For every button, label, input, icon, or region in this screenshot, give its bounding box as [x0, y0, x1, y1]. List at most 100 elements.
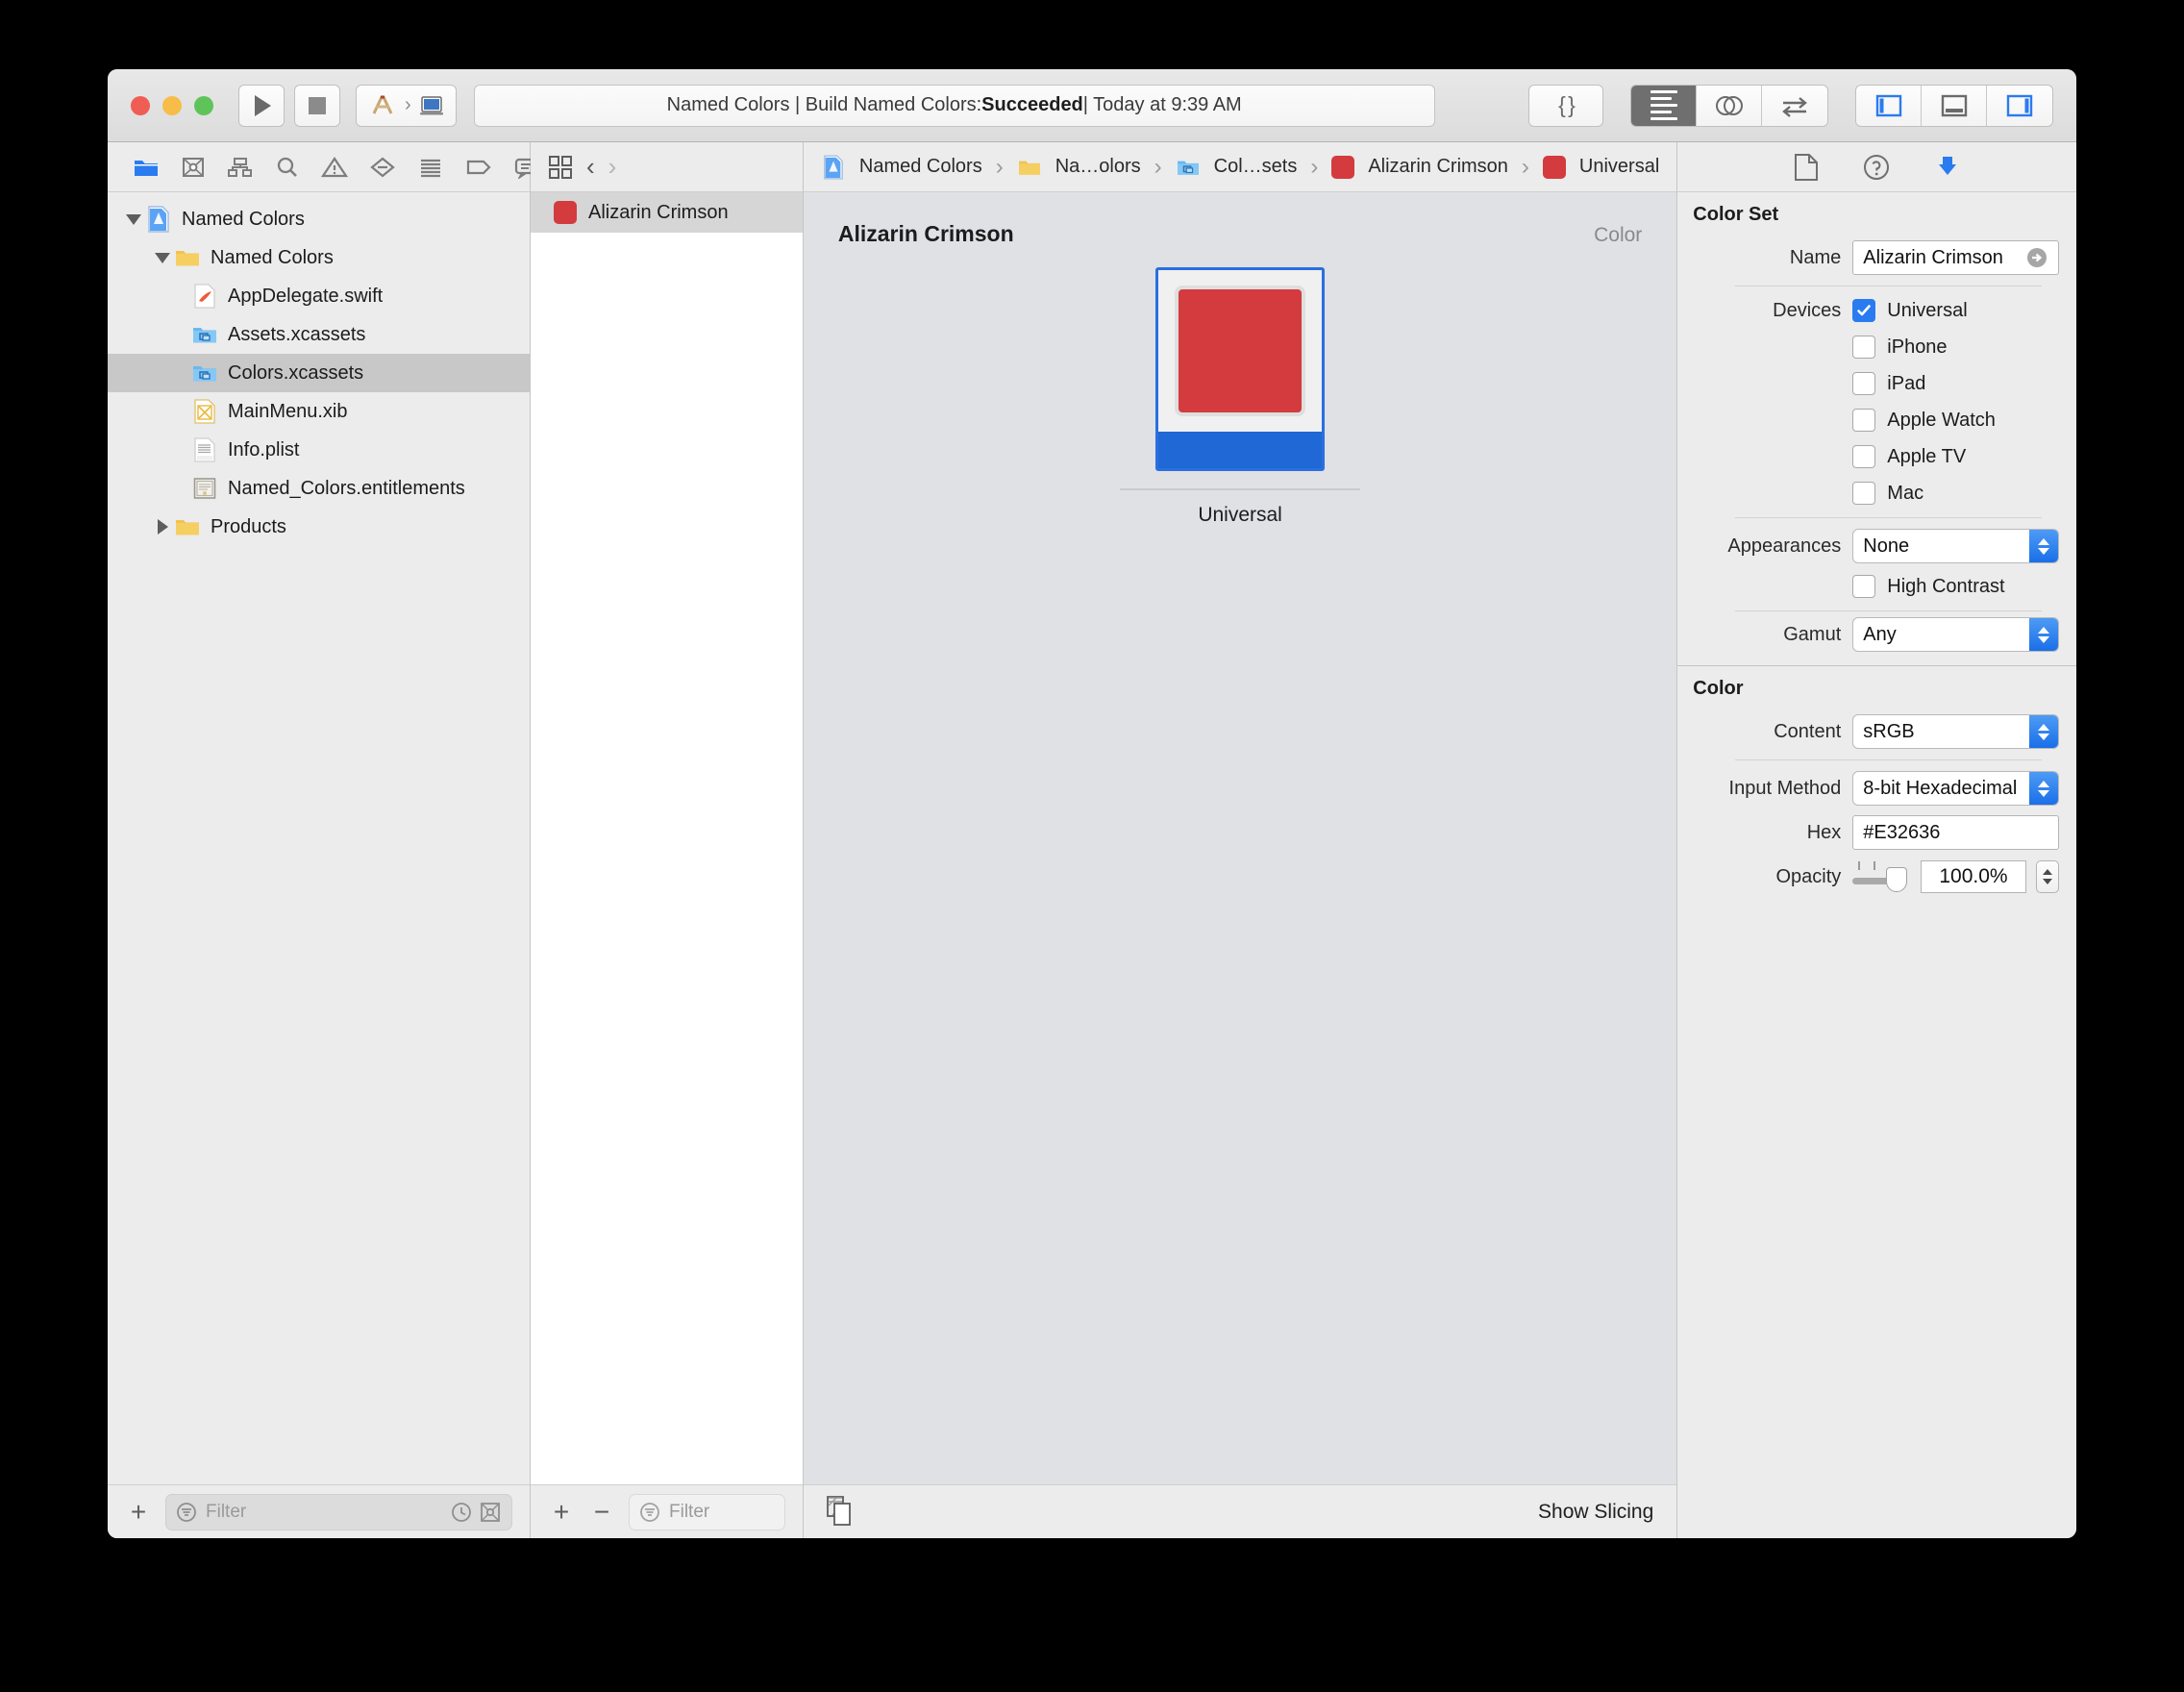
high-contrast-checkbox[interactable]: High Contrast: [1852, 568, 2005, 605]
disclosure-triangle-closed[interactable]: [150, 519, 175, 535]
library-button[interactable]: { }: [1528, 84, 1603, 127]
slicing-icon[interactable]: [826, 1495, 856, 1529]
stepper-down-icon[interactable]: [2043, 879, 2052, 884]
find-navigator-icon[interactable]: [275, 153, 300, 182]
tree-item-entitlements[interactable]: Named_Colors.entitlements: [108, 469, 530, 508]
content-control: sRGB: [1852, 714, 2059, 749]
xib-file-icon: [192, 397, 217, 426]
assistant-editor-button[interactable]: [1697, 85, 1762, 126]
opacity-value-field[interactable]: 100.0%: [1921, 860, 2026, 893]
device-label: iPhone: [1887, 336, 1948, 358]
disclosure-triangle-open[interactable]: [121, 213, 146, 225]
tree-item-products[interactable]: Products: [108, 508, 530, 546]
device-checkbox-mac[interactable]: Mac: [1852, 475, 1923, 511]
toggle-inspector-button[interactable]: [1987, 86, 2052, 126]
opacity-slider-knob[interactable]: [1886, 867, 1907, 892]
filter-icon: [177, 1502, 196, 1522]
toggle-navigator-button[interactable]: [1856, 85, 1922, 126]
tree-item-assets-xcassets[interactable]: Assets.xcassets: [108, 315, 530, 354]
color-name-field[interactable]: Alizarin Crimson: [1852, 240, 2059, 275]
section-divider: [1735, 759, 2042, 760]
device-checkbox-ipad[interactable]: iPad: [1852, 365, 1925, 402]
project-navigator-icon[interactable]: [133, 153, 160, 182]
standard-editor-icon: [1650, 90, 1677, 120]
reveal-arrow-icon[interactable]: [2025, 246, 2048, 269]
appearances-control: None: [1852, 529, 2059, 563]
tree-item-group-named-colors[interactable]: Named Colors: [108, 238, 530, 277]
breadcrumb-item-universal[interactable]: Universal: [1579, 156, 1659, 178]
tree-item-appdelegate-swift[interactable]: AppDelegate.swift: [108, 277, 530, 315]
appearances-popup-button[interactable]: None: [1852, 529, 2059, 563]
source-control-navigator-icon[interactable]: [181, 153, 206, 182]
gamut-control: Any: [1852, 617, 2059, 652]
related-items-icon[interactable]: [548, 155, 573, 180]
close-window-button[interactable]: [131, 95, 150, 115]
disclosure-triangle-open[interactable]: [150, 252, 175, 263]
minimize-window-button[interactable]: [162, 95, 182, 115]
scheme-selector-button[interactable]: ›: [356, 84, 457, 127]
section-divider: [1735, 517, 2042, 518]
checkbox-off-icon: [1852, 336, 1876, 359]
symbol-navigator-icon[interactable]: [227, 153, 254, 182]
issue-navigator-icon[interactable]: [321, 153, 348, 182]
status-suffix: | Today at 9:39 AM: [1082, 94, 1242, 115]
xcode-project-icon: [146, 205, 171, 234]
debug-navigator-icon[interactable]: [417, 153, 444, 182]
window-titlebar: › Named Colors | Build Named Colors: Suc…: [108, 69, 2076, 142]
go-forward-button[interactable]: ›: [608, 152, 617, 182]
input-method-popup-button[interactable]: 8-bit Hexadecimal: [1852, 771, 2059, 806]
content-popup-button[interactable]: sRGB: [1852, 714, 2059, 749]
tree-item-mainmenu-xib[interactable]: MainMenu.xib: [108, 392, 530, 431]
device-label: Apple TV: [1887, 445, 1967, 467]
file-inspector-icon[interactable]: [1793, 153, 1820, 182]
navigator-panel-icon: [1875, 94, 1901, 116]
version-editor-button[interactable]: [1762, 86, 1827, 126]
color-set-section: Name Alizarin Crimson Devices Universal …: [1677, 236, 2076, 665]
breadcrumb-item-color-set[interactable]: Alizarin Crimson: [1368, 156, 1508, 178]
attributes-inspector-icon[interactable]: [1933, 153, 1962, 182]
checkbox-off-icon: [1852, 445, 1876, 468]
navigator-filter-field[interactable]: Filter: [165, 1493, 512, 1530]
gamut-popup-button[interactable]: Any: [1852, 617, 2059, 652]
tree-item-info-plist[interactable]: Info.plist: [108, 431, 530, 469]
run-button[interactable]: [238, 84, 285, 127]
opacity-stepper[interactable]: [2036, 860, 2059, 893]
tree-item-colors-xcassets[interactable]: Colors.xcassets: [108, 354, 530, 392]
go-back-button[interactable]: ‹: [586, 152, 595, 182]
hex-value: #E32636: [1863, 821, 1941, 843]
add-asset-button[interactable]: +: [548, 1498, 575, 1526]
stepper-up-icon[interactable]: [2043, 869, 2052, 875]
toggle-debug-area-button[interactable]: [1922, 85, 1987, 126]
tree-item-project[interactable]: Named Colors: [108, 200, 530, 238]
device-label: Apple Watch: [1887, 409, 1996, 431]
color-variant-tile-universal[interactable]: [1155, 267, 1326, 471]
breadcrumb-separator-icon: ›: [995, 153, 1004, 180]
opacity-slider[interactable]: [1852, 859, 1911, 894]
zoom-window-button[interactable]: [194, 95, 213, 115]
asset-filter-field[interactable]: Filter: [629, 1493, 785, 1530]
quick-help-inspector-icon[interactable]: [1862, 153, 1891, 182]
add-file-button[interactable]: +: [125, 1498, 152, 1526]
standard-editor-button[interactable]: [1631, 85, 1697, 126]
asset-list-item-alizarin-crimson[interactable]: Alizarin Crimson: [531, 192, 803, 233]
device-checkbox-apple-watch[interactable]: Apple Watch: [1852, 402, 1996, 438]
xcode-scheme-icon: [372, 95, 393, 114]
breadcrumb-bar: Named Colors › Na…olors › Col…sets › Ali…: [803, 142, 1677, 192]
device-checkbox-apple-tv[interactable]: Apple TV: [1852, 438, 1966, 475]
test-navigator-icon[interactable]: [369, 153, 396, 182]
remove-asset-button[interactable]: −: [588, 1498, 615, 1526]
activity-status-field[interactable]: Named Colors | Build Named Colors: Succe…: [473, 84, 1435, 127]
breakpoint-navigator-icon[interactable]: [465, 153, 492, 182]
show-slicing-button[interactable]: Show Slicing: [1538, 1501, 1653, 1524]
breadcrumb-item-project[interactable]: Named Colors: [859, 156, 982, 178]
recent-files-clock-icon: [452, 1502, 471, 1522]
inspector-panel-icon: [2006, 94, 2033, 116]
stop-button[interactable]: [294, 84, 340, 127]
page-title: Alizarin Crimson: [837, 221, 1014, 246]
device-checkbox-iphone[interactable]: iPhone: [1852, 329, 1948, 365]
hex-field[interactable]: #E32636: [1852, 815, 2059, 850]
device-checkbox-universal[interactable]: Universal: [1852, 292, 1968, 329]
breadcrumb-item-catalog[interactable]: Col…sets: [1214, 156, 1298, 178]
asset-filter-placeholder: Filter: [669, 1501, 710, 1522]
breadcrumb-item-group[interactable]: Na…olors: [1055, 156, 1141, 178]
